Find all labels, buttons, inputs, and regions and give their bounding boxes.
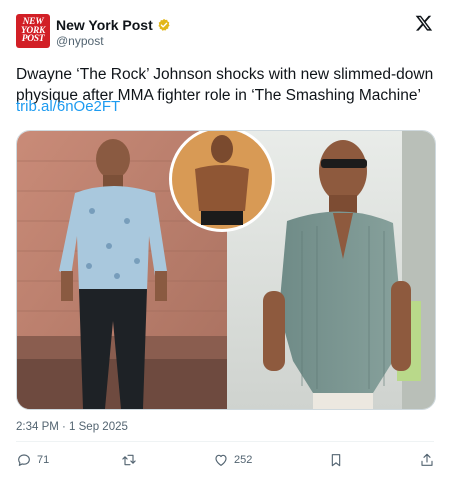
tweet-card: NEW YORK POST New York Post @nypost Dway… xyxy=(0,0,450,484)
tweet-link[interactable]: trib.al/6nOe2FT xyxy=(16,98,120,115)
nypost-avatar[interactable]: NEW YORK POST xyxy=(16,14,50,48)
divider xyxy=(16,441,434,442)
retweet-button[interactable] xyxy=(121,452,137,468)
share-button[interactable] xyxy=(419,452,435,468)
tweet-text-line-1: Dwayne ‘The Rock’ Johnson shocks with ne… xyxy=(16,66,434,83)
reply-button[interactable]: 71 xyxy=(16,452,49,468)
like-count: 252 xyxy=(234,454,253,466)
tweet-image[interactable] xyxy=(16,130,436,410)
display-name[interactable]: New York Post xyxy=(56,17,153,33)
bookmark-button[interactable] xyxy=(328,452,344,468)
x-logo-icon[interactable] xyxy=(415,14,433,32)
timestamp[interactable]: 2:34 PM · 1 Sep 2025 xyxy=(16,421,128,433)
handle[interactable]: @nypost xyxy=(56,34,104,48)
logo-line-3: POST xyxy=(21,34,45,45)
like-icon xyxy=(215,454,227,466)
like-button[interactable]: 252 xyxy=(213,452,252,468)
reply-count: 71 xyxy=(37,454,50,466)
photo-collage xyxy=(17,131,435,409)
share-icon xyxy=(421,453,433,466)
author-name-row: New York Post xyxy=(56,17,171,33)
verified-badge-icon xyxy=(158,18,170,31)
bookmark-icon xyxy=(331,454,341,467)
retweet-icon xyxy=(122,454,136,466)
reply-icon xyxy=(18,454,30,466)
